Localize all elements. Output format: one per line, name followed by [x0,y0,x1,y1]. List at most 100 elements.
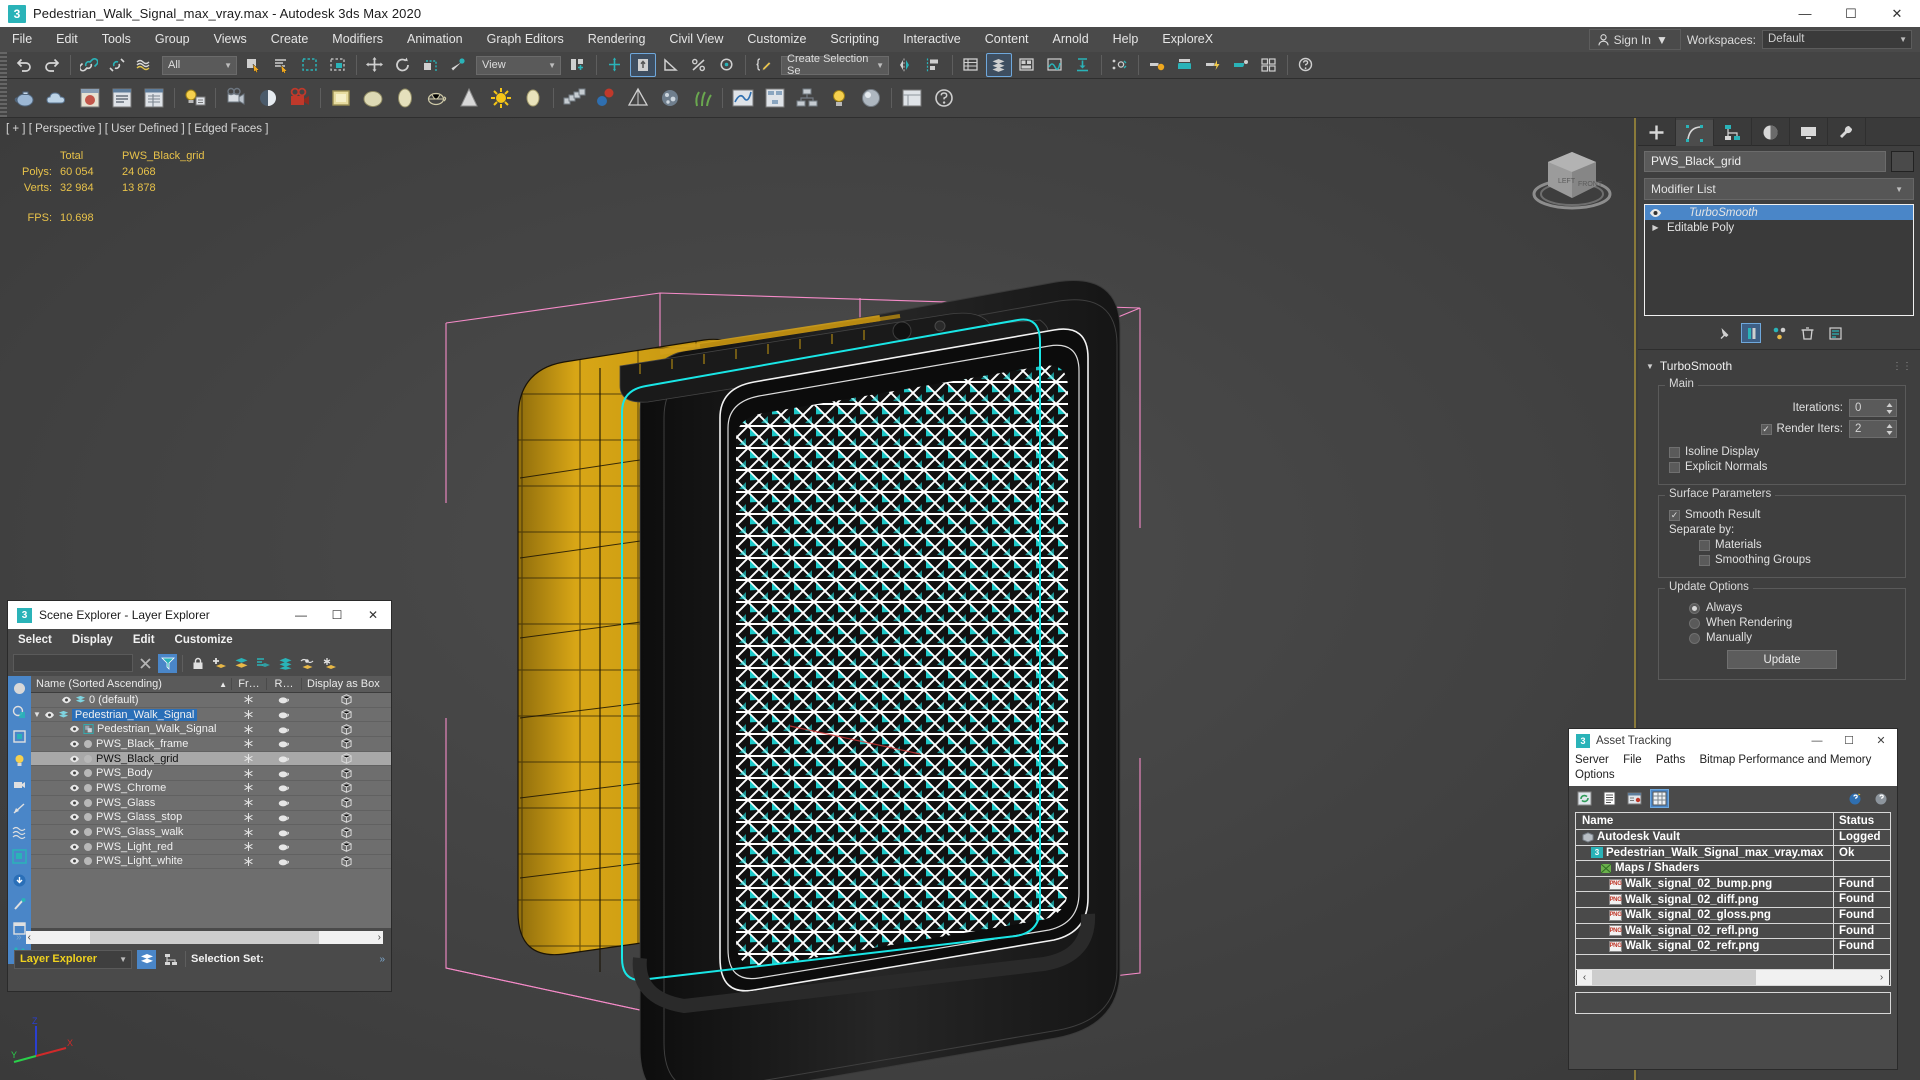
row-display-as-box-toggle[interactable] [301,782,391,794]
collapse-icon[interactable] [1070,53,1096,77]
scene-explorer-titlebar[interactable]: 3 Scene Explorer - Layer Explorer — ☐ ✕ [8,601,391,629]
row-renderable-toggle[interactable] [266,783,301,792]
asset-row[interactable]: PNG Walk_signal_02_bump.png Found [1576,876,1890,893]
display-as-box-icon[interactable] [340,738,352,750]
display-as-box-icon[interactable] [340,841,352,853]
row-frozen-toggle[interactable] [231,724,266,734]
freeze-icon[interactable] [244,827,253,837]
row-display-as-box-toggle[interactable] [301,767,391,779]
row-frozen-toggle[interactable] [231,754,266,764]
row-renderable-toggle[interactable] [266,739,301,748]
workspace-select[interactable]: Default ▼ [1762,30,1912,49]
se-menu-select[interactable]: Select [8,634,62,646]
eye-icon[interactable] [69,813,80,821]
menu-rendering[interactable]: Rendering [576,27,658,52]
asset-column-name[interactable]: Name [1576,813,1834,829]
asset-row[interactable]: PNG Walk_signal_02_refl.png Found [1576,923,1890,940]
row-display-as-box-toggle[interactable] [301,856,391,867]
renderable-icon[interactable] [277,798,290,807]
select-object-icon[interactable] [241,53,267,77]
menu-customize[interactable]: Customize [735,27,818,52]
stack-item-editable-poly[interactable]: ▶ Editable Poly [1645,220,1913,235]
row-frozen-toggle[interactable] [231,812,266,822]
asset-row[interactable]: PNG Walk_signal_02_gloss.png Found [1576,907,1890,924]
select-xrefs-icon[interactable] [8,868,31,892]
camera-icon[interactable] [221,81,251,115]
display-as-box-icon[interactable] [340,694,352,706]
material-ball-icon[interactable] [856,81,886,115]
mirror-icon[interactable] [893,53,919,77]
selection-filter-select[interactable]: All ▼ [162,55,237,75]
scene-explorer-hscrollbar[interactable]: » ‹ › [8,928,391,946]
row-frozen-toggle[interactable] [231,798,266,808]
help-question-grey-icon[interactable] [1872,789,1891,808]
iterations-spinner[interactable]: 0 [1849,399,1897,417]
column-render-header[interactable]: R… [266,678,301,690]
asset-row[interactable]: Maps / Shaders [1576,861,1890,877]
display-as-box-icon[interactable] [340,797,352,808]
asset-column-status[interactable]: Status [1834,813,1890,829]
display-as-box-icon[interactable] [340,782,352,794]
rollout-header-turbosmooth[interactable]: ▼ TurboSmooth ⋮⋮ [1638,353,1920,375]
display-as-box-icon[interactable] [340,767,352,779]
viewport-label[interactable]: [ + ] [ Perspective ] [ User Defined ] [… [6,123,268,135]
menu-animation[interactable]: Animation [395,27,475,52]
modifier-list-dropdown[interactable]: Modifier List ▼ [1644,178,1914,200]
create-tab[interactable] [1638,118,1676,146]
close-button[interactable]: ✕ [1874,0,1920,27]
teapot-primitive-icon[interactable] [11,81,41,115]
select-bones-icon[interactable] [8,892,31,916]
renderable-icon[interactable] [277,828,290,837]
asset-tracking-icon[interactable] [897,81,927,115]
freeze-icon[interactable] [244,724,253,734]
asset-menu-paths[interactable]: Paths [1656,754,1685,766]
expand-more-icon[interactable]: » [16,932,22,943]
freeze-icon[interactable] [244,812,253,822]
row-display-as-box-toggle[interactable] [301,694,391,706]
eye-icon[interactable] [69,843,80,851]
menu-group[interactable]: Group [143,27,202,52]
menu-graph-editors[interactable]: Graph Editors [475,27,576,52]
scene-explorer-close-button[interactable]: ✕ [355,601,391,629]
manually-radio[interactable] [1689,632,1700,644]
column-name-header[interactable]: Name (Sorted Ascending) [36,678,162,690]
light-explorer-icon[interactable] [824,81,854,115]
expand-more-icon[interactable]: » [379,954,385,965]
scene-explorer-row[interactable]: ▼ Pedestrian_Walk_Signal [31,708,391,723]
add-selection-to-layer-icon[interactable] [232,654,251,673]
hierarchy-tab[interactable] [1714,118,1752,146]
physical-camera-icon[interactable] [253,81,283,115]
teapot-wire-icon[interactable] [422,81,452,115]
select-and-place-icon[interactable] [446,53,472,77]
explicit-normals-checkbox[interactable] [1669,461,1680,473]
eye-icon[interactable] [69,725,80,733]
se-menu-display[interactable]: Display [62,634,123,646]
select-all-icon[interactable] [8,676,31,700]
row-renderable-toggle[interactable] [266,725,301,734]
row-display-as-box-toggle[interactable] [301,709,391,720]
scene-explorer-list[interactable]: Name (Sorted Ascending) ▲ Fr… R… Display… [31,676,391,928]
select-space-warps-icon[interactable] [8,820,31,844]
freeze-icon[interactable] [244,783,253,793]
table-panel-icon[interactable] [139,81,169,115]
percent-snap-icon[interactable] [686,53,712,77]
asset-hscroll-thumb[interactable] [1592,970,1756,986]
material-editor-icon[interactable] [1144,53,1170,77]
eye-icon[interactable] [69,857,80,865]
row-renderable-toggle[interactable] [266,710,301,719]
scene-explorer-row[interactable]: PWS_Glass_walk [31,825,391,840]
angle-snap-icon[interactable] [658,53,684,77]
menu-views[interactable]: Views [202,27,259,52]
bind-to-space-warp-icon[interactable] [132,53,158,77]
asset-row[interactable]: PNG Walk_signal_02_refr.png Found [1576,939,1890,955]
space-warp-icon[interactable] [655,81,685,115]
asset-close-button[interactable]: ✕ [1865,729,1897,752]
freeze-icon[interactable] [244,754,253,764]
camera-red-icon[interactable] [285,81,315,115]
select-and-scale-icon[interactable] [418,53,444,77]
row-renderable-toggle[interactable] [266,813,301,822]
add-layer-icon[interactable] [210,654,229,673]
always-row[interactable]: Always [1667,602,1897,614]
row-frozen-toggle[interactable] [231,783,266,793]
row-display-as-box-toggle[interactable] [301,841,391,853]
